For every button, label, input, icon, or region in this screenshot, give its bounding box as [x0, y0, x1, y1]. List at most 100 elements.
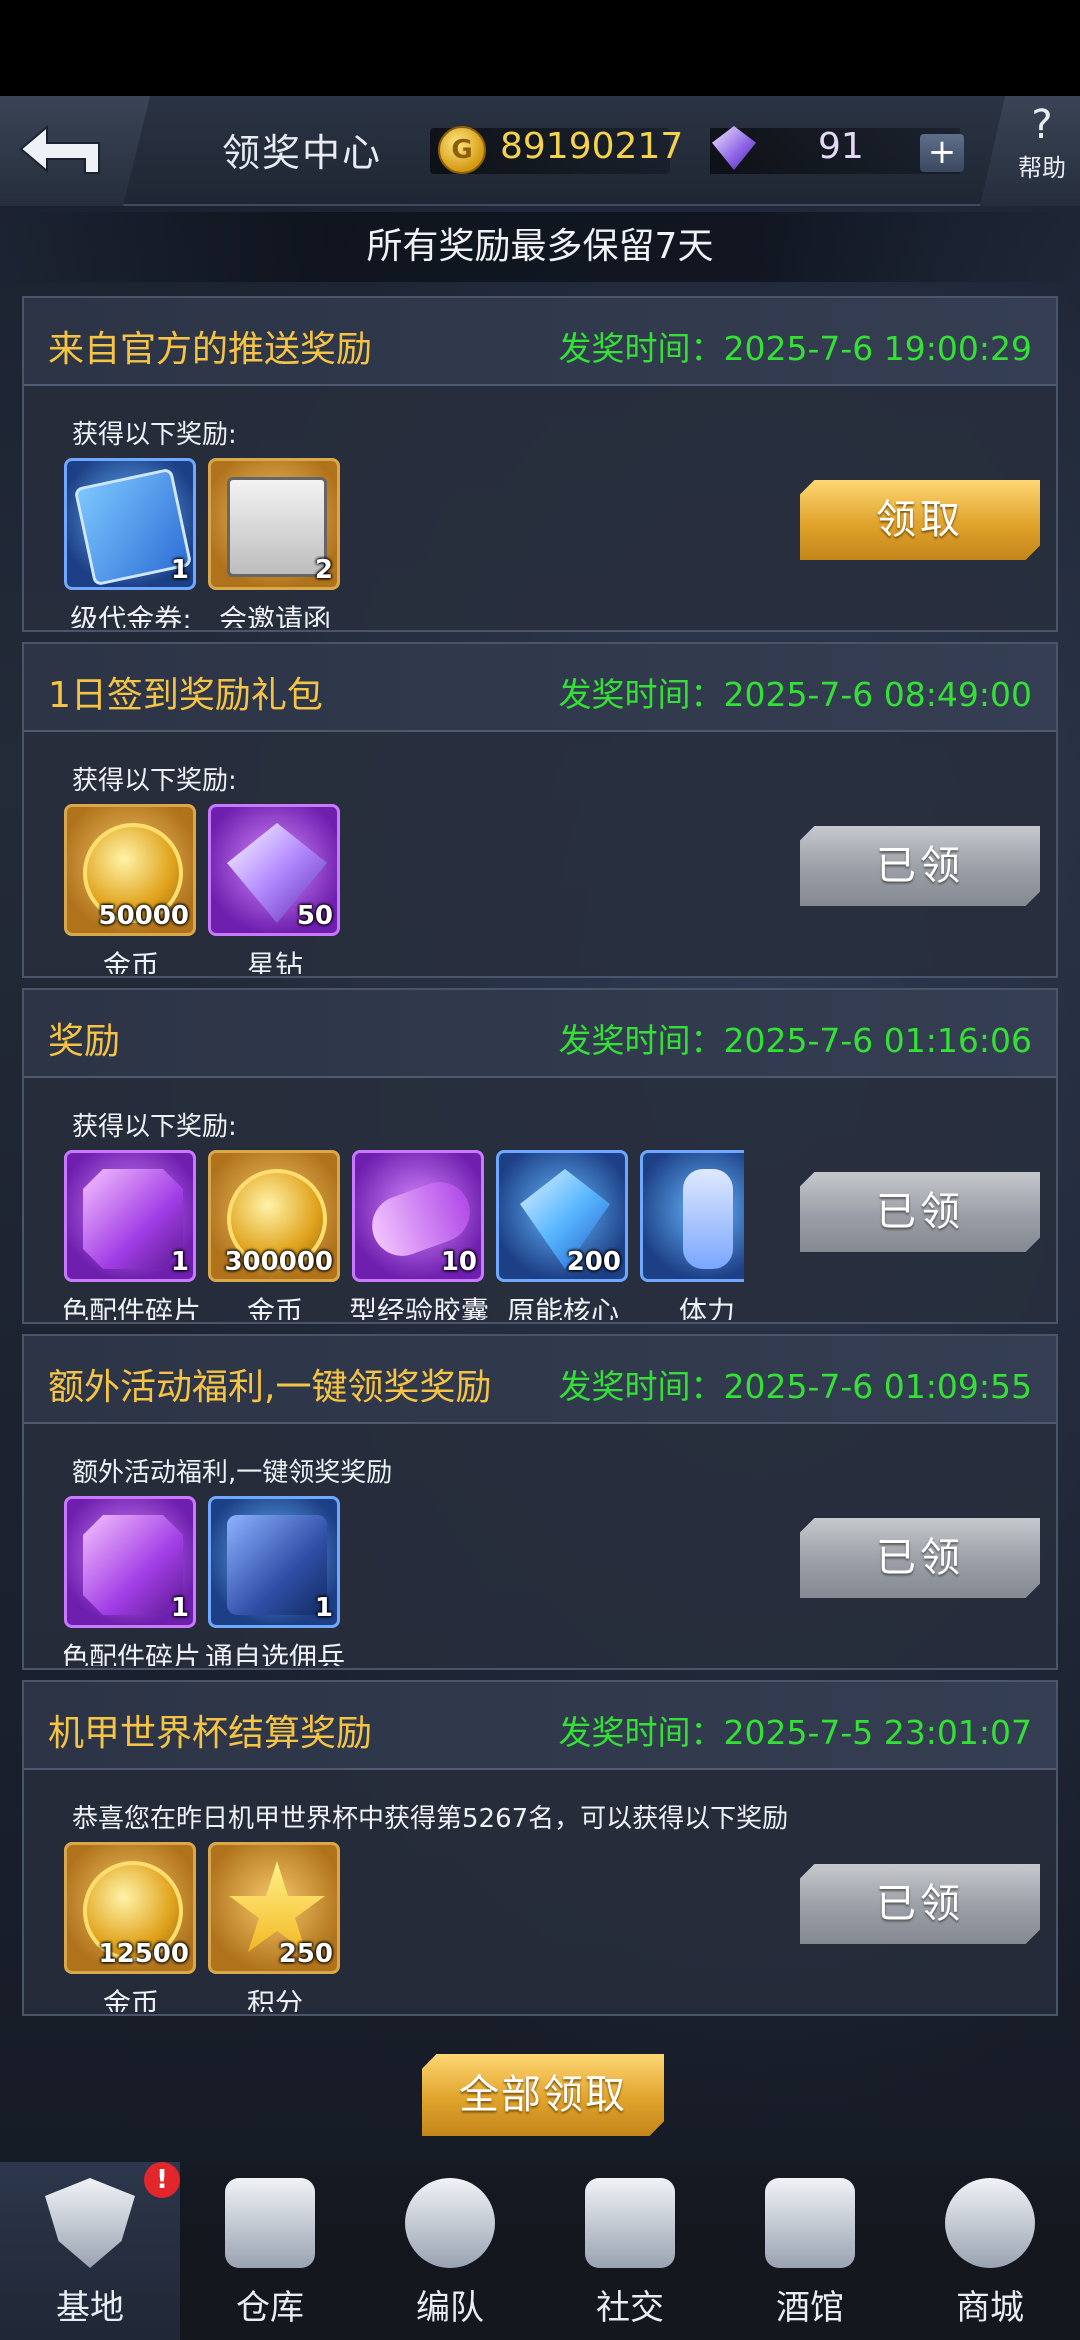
back-button[interactable] — [0, 96, 150, 206]
retention-notice: 所有奖励最多保留7天 — [0, 212, 1080, 282]
item-name: 会邀请函 — [218, 603, 331, 628]
card-title: 奖励 — [48, 1021, 121, 1062]
item-name: 体力 — [678, 1295, 735, 1320]
claimed-button[interactable]: 已领 — [800, 1864, 1040, 1944]
nav-base[interactable]: ! 基地 — [0, 2162, 180, 2340]
nav-social[interactable]: 社交 — [540, 2162, 720, 2340]
reward-item[interactable]: 1 级代金券: — [64, 458, 198, 628]
reward-item[interactable]: 200 原能核心 — [496, 1150, 630, 1320]
item-count: 250 — [278, 1939, 333, 1969]
claim-all-button[interactable]: 全部领取 — [422, 2054, 664, 2136]
item-name: 色配件碎片 — [64, 1295, 201, 1320]
reward-item[interactable]: 250 积分 — [208, 1842, 342, 2012]
item-count: 50000 — [98, 901, 189, 931]
invitation-card-icon — [227, 477, 327, 577]
item-count: 1 — [170, 1593, 189, 1623]
item-frame: 2 — [208, 458, 340, 590]
item-name: 原能核心 — [506, 1295, 619, 1320]
nav-label: 社交 — [596, 2288, 664, 2328]
item-count: 200 — [566, 1247, 621, 1277]
part-fragment-icon — [83, 1515, 183, 1615]
reward-item[interactable]: 50000 金币 — [64, 804, 198, 974]
claimed-button[interactable]: 已领 — [800, 1172, 1040, 1252]
item-name: 星钻 — [246, 949, 303, 974]
item-frame: 1 — [64, 458, 196, 590]
nav-shop[interactable]: 商城 — [900, 2162, 1080, 2340]
item-frame: 300000 — [208, 1150, 340, 1282]
item-count: 12500 — [98, 1939, 189, 1969]
award-time: 发奖时间：2025-7-6 01:16:06 — [558, 1021, 1033, 1060]
card-title: 来自官方的推送奖励 — [48, 329, 373, 370]
card-subtitle: 获得以下奖励: — [72, 420, 237, 450]
item-count: 1 — [314, 1593, 333, 1623]
item-frame — [640, 1150, 744, 1282]
item-name: 型经验胶囊 — [348, 1295, 489, 1320]
item-count: 50 — [296, 901, 333, 931]
mech-box-icon — [227, 1515, 327, 1615]
card-subtitle: 恭喜您在昨日机甲世界杯中获得第5267名，可以获得以下奖励 — [72, 1804, 789, 1834]
card-subtitle: 获得以下奖励: — [72, 766, 237, 796]
bottom-nav: ! 基地 仓库 编队 社交 酒馆 商城 — [0, 2162, 1080, 2340]
handshake-icon — [585, 2178, 675, 2268]
card-subtitle: 额外活动福利,一键领奖奖励 — [72, 1458, 393, 1488]
reward-item[interactable]: 12500 金币 — [64, 1842, 198, 2012]
shop-icon — [945, 2178, 1035, 2268]
reward-card: 奖励 发奖时间：2025-7-6 01:16:06 获得以下奖励: 1 色配件碎… — [22, 988, 1058, 1324]
item-frame: 250 — [208, 1842, 340, 1974]
alert-badge: ! — [144, 2162, 180, 2198]
reward-card: 1日签到奖励礼包 发奖时间：2025-7-6 08:49:00 获得以下奖励: … — [22, 642, 1058, 978]
reward-item[interactable]: 2 会邀请函 — [208, 458, 342, 628]
item-frame: 50000 — [64, 804, 196, 936]
claim-button[interactable]: 领取 — [800, 480, 1040, 560]
reward-item[interactable]: 1 色配件碎片 — [64, 1150, 201, 1320]
nav-label: 基地 — [56, 2288, 124, 2328]
nav-label: 编队 — [416, 2288, 484, 2328]
nav-tavern[interactable]: 酒馆 — [720, 2162, 900, 2340]
gem-amount: 91 — [818, 126, 864, 167]
nav-squad[interactable]: 编队 — [360, 2162, 540, 2340]
item-frame: 10 — [352, 1150, 484, 1282]
warehouse-icon — [225, 2178, 315, 2268]
item-count: 2 — [314, 555, 333, 585]
claimed-button[interactable]: 已领 — [800, 826, 1040, 906]
item-frame: 1 — [64, 1496, 196, 1628]
item-count: 300000 — [224, 1247, 333, 1277]
item-name: 金币 — [102, 949, 159, 974]
reward-item[interactable]: 1 色配件碎片 — [64, 1496, 201, 1666]
nav-label: 酒馆 — [776, 2288, 844, 2328]
card-subtitle: 获得以下奖励: — [72, 1112, 237, 1142]
nav-label: 仓库 — [236, 2288, 304, 2328]
card-title: 机甲世界杯结算奖励 — [48, 1713, 373, 1754]
item-name: 积分 — [246, 1987, 303, 2012]
reward-item[interactable]: 10 型经验胶囊 — [349, 1150, 489, 1320]
reward-item[interactable]: 1 通自选佣兵 — [205, 1496, 345, 1666]
card-header: 奖励 发奖时间：2025-7-6 01:16:06 — [24, 990, 1056, 1078]
item-frame: 12500 — [64, 1842, 196, 1974]
item-frame: 200 — [496, 1150, 628, 1282]
claimed-button[interactable]: 已领 — [800, 1518, 1040, 1598]
item-count: 1 — [170, 555, 189, 585]
squad-icon — [405, 2178, 495, 2268]
back-arrow-icon — [19, 124, 100, 174]
reward-item[interactable]: 50 星钻 — [208, 804, 342, 974]
help-button[interactable]: ? 帮助 — [980, 96, 1080, 206]
item-name: 级代金券: — [70, 603, 192, 628]
card-title: 额外活动福利,一键领奖奖励 — [48, 1367, 492, 1408]
reward-items: 1 色配件碎片 300000 金币 10 型经验胶囊 200 原能核心 体力 — [64, 1150, 744, 1320]
page-title: 领奖中心 — [222, 131, 383, 175]
reward-item[interactable]: 300000 金币 — [208, 1150, 342, 1320]
item-frame: 1 — [208, 1496, 340, 1628]
top-bar: 领奖中心 G 89190217 91 + ? 帮助 — [0, 96, 1080, 206]
reward-items: 12500 金币 250 积分 — [64, 1842, 744, 2012]
part-fragment-icon — [83, 1169, 183, 1269]
card-header: 来自官方的推送奖励 发奖时间：2025-7-6 19:00:29 — [24, 298, 1056, 386]
item-name: 金币 — [246, 1295, 303, 1320]
nav-warehouse[interactable]: 仓库 — [180, 2162, 360, 2340]
reward-items: 50000 金币 50 星钻 — [64, 804, 744, 974]
item-name: 色配件碎片 — [64, 1641, 201, 1666]
reward-items: 1 级代金券: 2 会邀请函 — [64, 458, 744, 628]
reward-item[interactable]: 体力 — [640, 1150, 744, 1320]
reward-card: 来自官方的推送奖励 发奖时间：2025-7-6 19:00:29 获得以下奖励:… — [22, 296, 1058, 632]
reward-center-screen: 领奖中心 G 89190217 91 + ? 帮助 所有奖励最多保留7天 来自官… — [0, 96, 1080, 2340]
add-gems-button[interactable]: + — [920, 134, 964, 172]
